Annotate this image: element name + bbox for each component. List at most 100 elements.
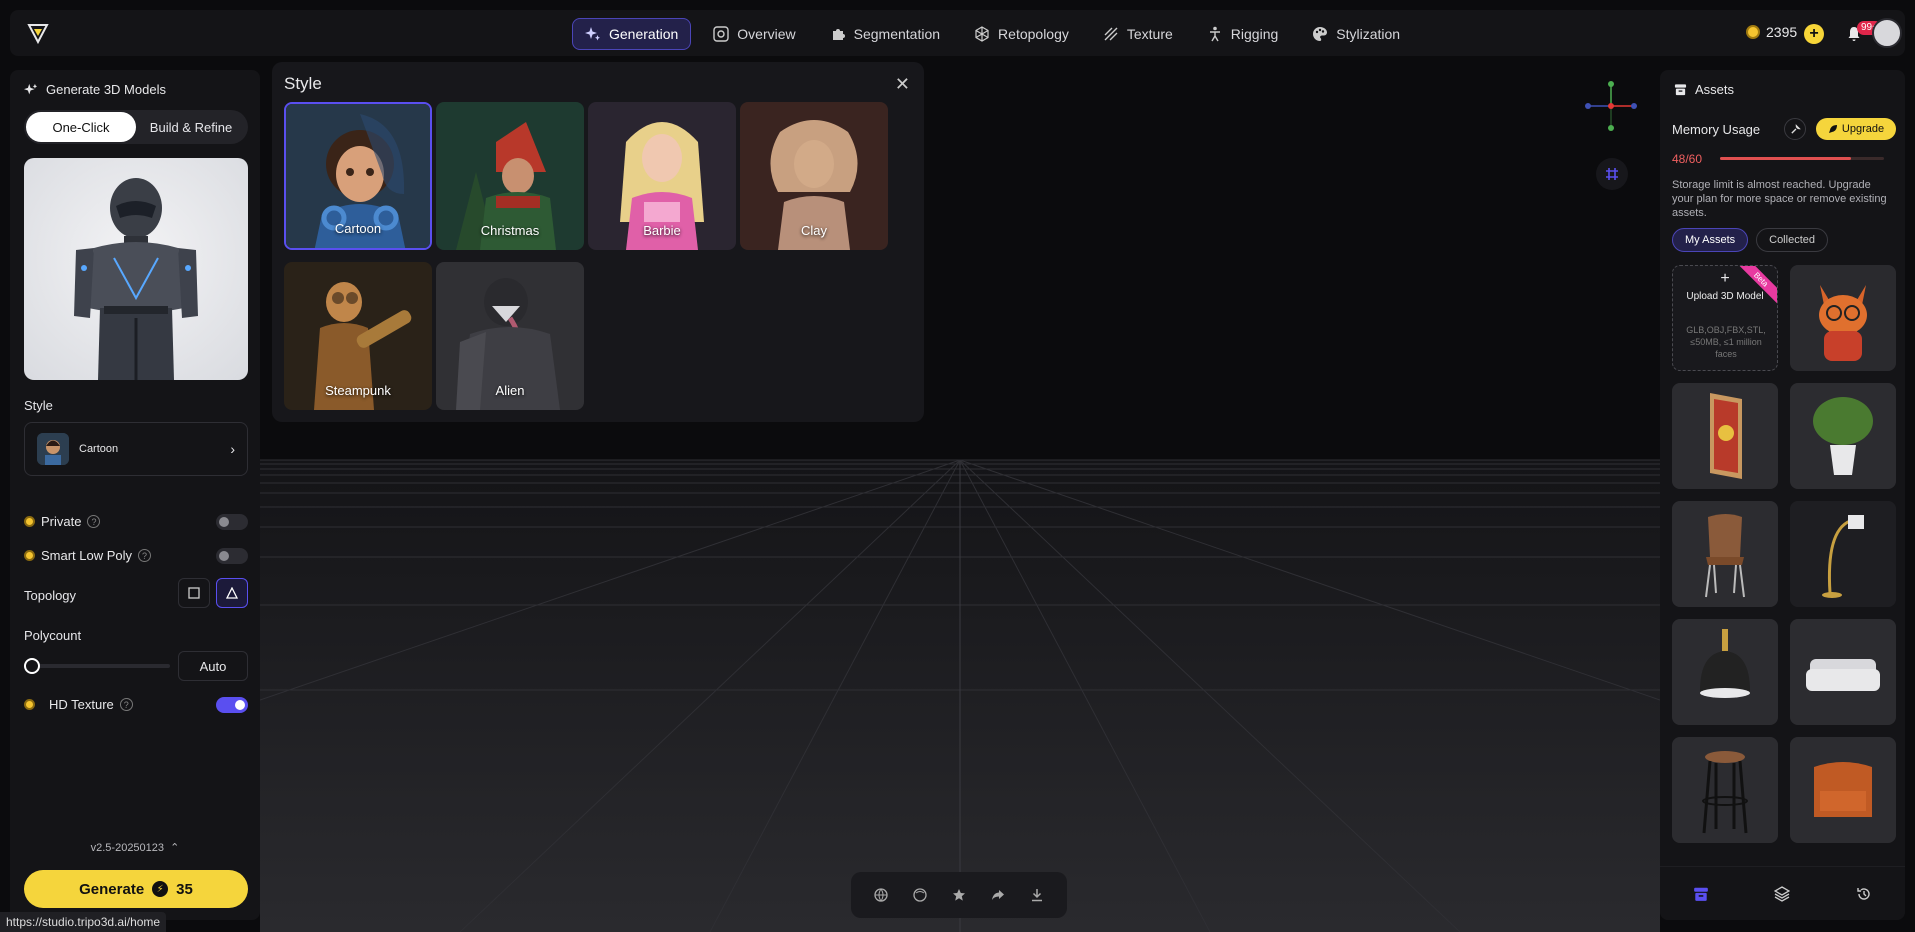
hd-texture-toggle[interactable]	[216, 696, 248, 713]
grid-toggle-button[interactable]	[1596, 158, 1628, 190]
pro-badge-icon	[24, 699, 35, 710]
add-credits-button[interactable]: +	[1804, 24, 1824, 44]
memory-value: 48/60	[1672, 152, 1703, 166]
tab-collected[interactable]: Collected	[1756, 228, 1828, 252]
history-icon[interactable]	[1852, 882, 1876, 906]
asset-painting-thumbnail[interactable]	[1672, 383, 1778, 489]
asset-bar-stool-thumbnail[interactable]	[1672, 737, 1778, 843]
download-icon[interactable]	[1025, 883, 1049, 907]
texture-icon	[1104, 27, 1118, 41]
nav-retopology[interactable]: Retopology	[962, 18, 1081, 50]
memory-note: Storage limit is almost reached. Upgrade…	[1672, 179, 1887, 219]
memory-bar-fill	[1720, 157, 1852, 160]
status-url-tooltip: https://studio.tripo3d.ai/home	[0, 912, 167, 932]
pro-badge-icon	[24, 516, 35, 527]
upload-title: Upload 3D Model	[1686, 291, 1764, 302]
sparkles-icon	[585, 27, 600, 41]
tab-my-assets[interactable]: My Assets	[1672, 228, 1749, 252]
nav-label: Texture	[1126, 26, 1173, 42]
earth-icon[interactable]	[869, 883, 893, 907]
assets-footer	[1660, 866, 1905, 920]
star-icon[interactable]	[947, 883, 971, 907]
asset-sofa-thumbnail[interactable]	[1790, 619, 1896, 725]
upgrade-button[interactable]: Upgrade	[1816, 118, 1896, 140]
asset-plant-thumbnail[interactable]	[1790, 383, 1896, 489]
nav-label: Overview	[737, 26, 796, 42]
style-card-cartoon[interactable]: Cartoon	[284, 102, 432, 250]
nav-rigging[interactable]: Rigging	[1195, 18, 1290, 50]
asset-armchair-thumbnail[interactable]	[1790, 737, 1896, 843]
toggle-knob	[219, 516, 229, 527]
app: Generation Overview Segmentation Retopol…	[0, 0, 1915, 932]
nav-label: Generation	[609, 26, 679, 42]
toggle-knob	[219, 550, 229, 561]
help-icon[interactable]: ?	[138, 549, 152, 562]
nav-segmentation[interactable]: Segmentation	[818, 18, 952, 50]
nav-generation[interactable]: Generation	[572, 18, 692, 50]
style-card-clay[interactable]: Clay	[740, 102, 888, 250]
version-selector[interactable]: v2.5-20250123 ⌃	[10, 841, 260, 854]
style-card-steampunk[interactable]: Steampunk	[284, 262, 432, 410]
nav-label: Stylization	[1336, 26, 1401, 42]
asset-pendant-lamp-thumbnail[interactable]	[1672, 619, 1778, 725]
panel-title-text: Generate 3D Models	[46, 82, 166, 97]
viewport-toolbar	[851, 872, 1067, 918]
archive-icon[interactable]	[1689, 882, 1713, 906]
nav-texture[interactable]: Texture	[1091, 18, 1185, 50]
share-icon[interactable]	[986, 883, 1010, 907]
memory-bar	[1720, 157, 1884, 160]
style-card-alien[interactable]: Alien	[436, 262, 584, 410]
style-select[interactable]: Cartoon ›	[24, 422, 248, 476]
polycount-slider[interactable]	[24, 664, 170, 668]
wrench-icon[interactable]	[1784, 118, 1806, 140]
assets-title-text: Assets	[1695, 82, 1735, 97]
layers-icon[interactable]	[1770, 882, 1794, 906]
nav-label: Retopology	[998, 26, 1069, 42]
nav-overview[interactable]: Overview	[701, 18, 807, 50]
axis-gizmo[interactable]	[1582, 78, 1640, 136]
panel-title: Generate 3D Models	[24, 82, 166, 97]
style-picker-panel: Style ✕ Cartoon Christmas Barbie Clay St…	[272, 62, 924, 422]
tripo-logo-icon[interactable]	[26, 21, 50, 45]
style-card-christmas[interactable]: Christmas	[436, 102, 584, 250]
smart-low-poly-toggle[interactable]	[216, 547, 248, 564]
asset-chair-thumbnail[interactable]	[1672, 501, 1778, 607]
credits-display: 2395	[1746, 24, 1797, 40]
hd-texture-label: HD Texture	[49, 697, 114, 712]
pro-badge-icon	[24, 550, 35, 561]
top-bar: Generation Overview Segmentation Retopol…	[10, 10, 1905, 56]
assets-title: Assets	[1674, 82, 1734, 97]
chevron-right-icon: ›	[230, 441, 235, 457]
nav-stylization[interactable]: Stylization	[1300, 18, 1412, 50]
topology-triangle-button[interactable]	[216, 578, 248, 608]
upload-model-tile[interactable]: Beta + Upload 3D Model GLB,OBJ,FBX,STL, …	[1672, 265, 1778, 371]
private-toggle[interactable]	[216, 513, 248, 530]
help-icon[interactable]: ?	[87, 515, 101, 528]
version-text: v2.5-20250123	[90, 842, 165, 854]
style-panel-title: Style	[284, 74, 322, 93]
asset-floor-lamp-thumbnail[interactable]	[1790, 501, 1896, 607]
rocket-icon	[1828, 125, 1837, 133]
generate-button[interactable]: Generate ⚡ 35	[24, 870, 248, 908]
mode-build-refine[interactable]: Build & Refine	[136, 112, 246, 142]
polycount-auto-button[interactable]: Auto	[178, 651, 248, 681]
style-card-barbie[interactable]: Barbie	[588, 102, 736, 250]
mode-one-click[interactable]: One-Click	[26, 112, 136, 142]
chevron-up-icon: ⌃	[167, 842, 180, 854]
coin-icon	[1746, 25, 1760, 39]
style-card-label: Barbie	[643, 223, 681, 238]
preview-image[interactable]	[24, 158, 248, 380]
topology-label: Topology	[24, 588, 77, 603]
material-sphere-icon[interactable]	[908, 883, 932, 907]
close-icon[interactable]: ✕	[895, 74, 910, 95]
sparkles-icon	[24, 83, 38, 94]
help-icon[interactable]: ?	[119, 698, 133, 711]
avatar[interactable]	[1872, 18, 1902, 48]
scan-icon	[713, 26, 729, 42]
asset-fox-thumbnail[interactable]	[1790, 265, 1896, 371]
polycount-label: Polycount	[24, 628, 82, 643]
puzzle-icon	[832, 29, 845, 40]
polycount-slider-handle[interactable]	[24, 658, 40, 674]
style-thumbnail	[37, 433, 69, 465]
topology-quad-button[interactable]	[178, 578, 210, 608]
